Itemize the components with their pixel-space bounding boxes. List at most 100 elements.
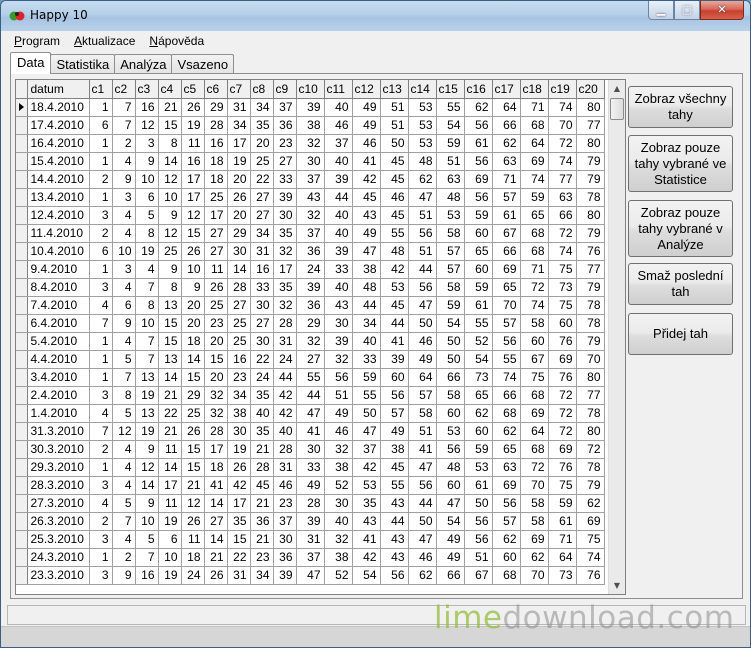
cell-number[interactable]: 56 (408, 224, 437, 243)
cell-number[interactable]: 30 (273, 530, 297, 549)
cell-number[interactable]: 60 (464, 224, 493, 243)
cell-number[interactable]: 53 (380, 278, 409, 297)
cell-number[interactable]: 20 (181, 296, 205, 315)
cell-number[interactable]: 22 (250, 350, 274, 369)
cell-number[interactable]: 62 (576, 494, 605, 513)
cell-number[interactable]: 28 (204, 422, 228, 441)
cell-number[interactable]: 39 (296, 98, 325, 117)
cell-number[interactable]: 36 (296, 242, 325, 261)
cell-number[interactable]: 72 (548, 422, 577, 441)
cell-number[interactable]: 43 (380, 494, 409, 513)
table-row[interactable]: 13.4.2010 1 3 6 10 17 25 26 27 39 43 44 45 46 47 48 56 57… (16, 188, 605, 207)
cell-number[interactable]: 9 (135, 152, 159, 171)
cell-number[interactable]: 25 (204, 296, 228, 315)
table-row[interactable]: 2.4.2010 3 8 19 21 29 32 34 35 42 44 51 55 56 57 58 65 66… (16, 386, 605, 405)
row-indicator[interactable] (16, 314, 28, 333)
cell-number[interactable]: 66 (436, 368, 465, 387)
cell-number[interactable]: 24 (181, 566, 205, 585)
cell-date[interactable]: 5.4.2010 (27, 332, 90, 351)
cell-number[interactable]: 8 (135, 224, 159, 243)
cell-number[interactable]: 47 (408, 530, 437, 549)
cell-number[interactable]: 20 (227, 206, 251, 225)
cell-number[interactable]: 31 (296, 530, 325, 549)
cell-number[interactable]: 23 (273, 134, 297, 153)
maximize-button[interactable]: ▢ (674, 1, 700, 20)
cell-number[interactable]: 10 (181, 260, 205, 279)
cell-number[interactable]: 39 (296, 512, 325, 531)
row-indicator[interactable] (16, 476, 28, 495)
cell-number[interactable]: 50 (352, 404, 381, 423)
cell-number[interactable]: 29 (204, 98, 228, 117)
cell-number[interactable]: 58 (436, 224, 465, 243)
cell-number[interactable]: 71 (492, 170, 521, 189)
cell-number[interactable]: 3 (89, 386, 113, 405)
cell-number[interactable]: 40 (324, 512, 353, 531)
cell-number[interactable]: 69 (520, 152, 549, 171)
cell-number[interactable]: 60 (464, 422, 493, 441)
cell-number[interactable]: 12 (181, 494, 205, 513)
cell-number[interactable]: 77 (548, 170, 577, 189)
row-indicator[interactable] (16, 188, 28, 207)
cell-number[interactable]: 28 (273, 440, 297, 459)
cell-number[interactable]: 34 (250, 566, 274, 585)
cell-number[interactable]: 9 (112, 566, 136, 585)
cell-number[interactable]: 40 (324, 206, 353, 225)
cell-number[interactable]: 69 (520, 404, 549, 423)
cell-number[interactable]: 2 (89, 224, 113, 243)
cell-number[interactable]: 2 (112, 134, 136, 153)
cell-number[interactable]: 11 (158, 440, 182, 459)
cell-number[interactable]: 32 (324, 350, 353, 369)
cell-date[interactable]: 11.4.2010 (27, 224, 90, 243)
cell-number[interactable]: 59 (464, 440, 493, 459)
cell-number[interactable]: 72 (548, 134, 577, 153)
cell-number[interactable]: 30 (296, 152, 325, 171)
cell-number[interactable]: 16 (135, 98, 159, 117)
cell-number[interactable]: 4 (112, 440, 136, 459)
cell-number[interactable]: 30 (227, 422, 251, 441)
cell-number[interactable]: 51 (408, 242, 437, 261)
cell-number[interactable]: 10 (135, 170, 159, 189)
row-indicator[interactable] (16, 224, 28, 243)
cell-number[interactable]: 35 (250, 116, 274, 135)
cell-number[interactable]: 3 (89, 206, 113, 225)
cell-number[interactable]: 56 (464, 152, 493, 171)
cell-date[interactable]: 14.4.2010 (27, 170, 90, 189)
cell-number[interactable]: 45 (380, 152, 409, 171)
cell-number[interactable]: 9 (135, 494, 159, 513)
cell-number[interactable]: 76 (548, 458, 577, 477)
cell-date[interactable]: 7.4.2010 (27, 296, 90, 315)
cell-number[interactable]: 58 (520, 314, 549, 333)
cell-number[interactable]: 12 (158, 170, 182, 189)
cell-number[interactable]: 61 (464, 296, 493, 315)
cell-number[interactable]: 35 (227, 512, 251, 531)
cell-number[interactable]: 21 (181, 476, 205, 495)
cell-number[interactable]: 27 (227, 296, 251, 315)
cell-number[interactable]: 18 (181, 332, 205, 351)
cell-number[interactable]: 64 (520, 422, 549, 441)
cell-number[interactable]: 40 (324, 224, 353, 243)
table-row[interactable]: 12.4.2010 3 4 5 9 12 17 20 27 30 32 40 43 45 51 53 59 61 6… (16, 206, 605, 225)
cell-date[interactable]: 10.4.2010 (27, 242, 90, 261)
cell-number[interactable]: 39 (296, 278, 325, 297)
cell-number[interactable]: 1 (89, 458, 113, 477)
cell-number[interactable]: 13 (135, 368, 159, 387)
cell-number[interactable]: 72 (520, 278, 549, 297)
cell-number[interactable]: 49 (296, 476, 325, 495)
cell-number[interactable]: 75 (548, 296, 577, 315)
scroll-down-icon[interactable]: ▼ (609, 577, 625, 594)
cell-number[interactable]: 21 (158, 386, 182, 405)
cell-number[interactable]: 14 (158, 458, 182, 477)
cell-number[interactable]: 15 (181, 224, 205, 243)
cell-number[interactable]: 14 (204, 530, 228, 549)
column-header-c10[interactable]: c10 (296, 80, 325, 99)
cell-number[interactable]: 3 (89, 476, 113, 495)
cell-number[interactable]: 47 (352, 242, 381, 261)
vertical-scrollbar[interactable]: ▲ ▼ (608, 80, 625, 594)
cell-number[interactable]: 40 (324, 278, 353, 297)
cell-date[interactable]: 6.4.2010 (27, 314, 90, 333)
cell-number[interactable]: 68 (520, 242, 549, 261)
cell-number[interactable]: 17 (227, 134, 251, 153)
cell-number[interactable]: 9 (135, 440, 159, 459)
cell-number[interactable]: 80 (576, 134, 605, 153)
cell-number[interactable]: 4 (89, 404, 113, 423)
